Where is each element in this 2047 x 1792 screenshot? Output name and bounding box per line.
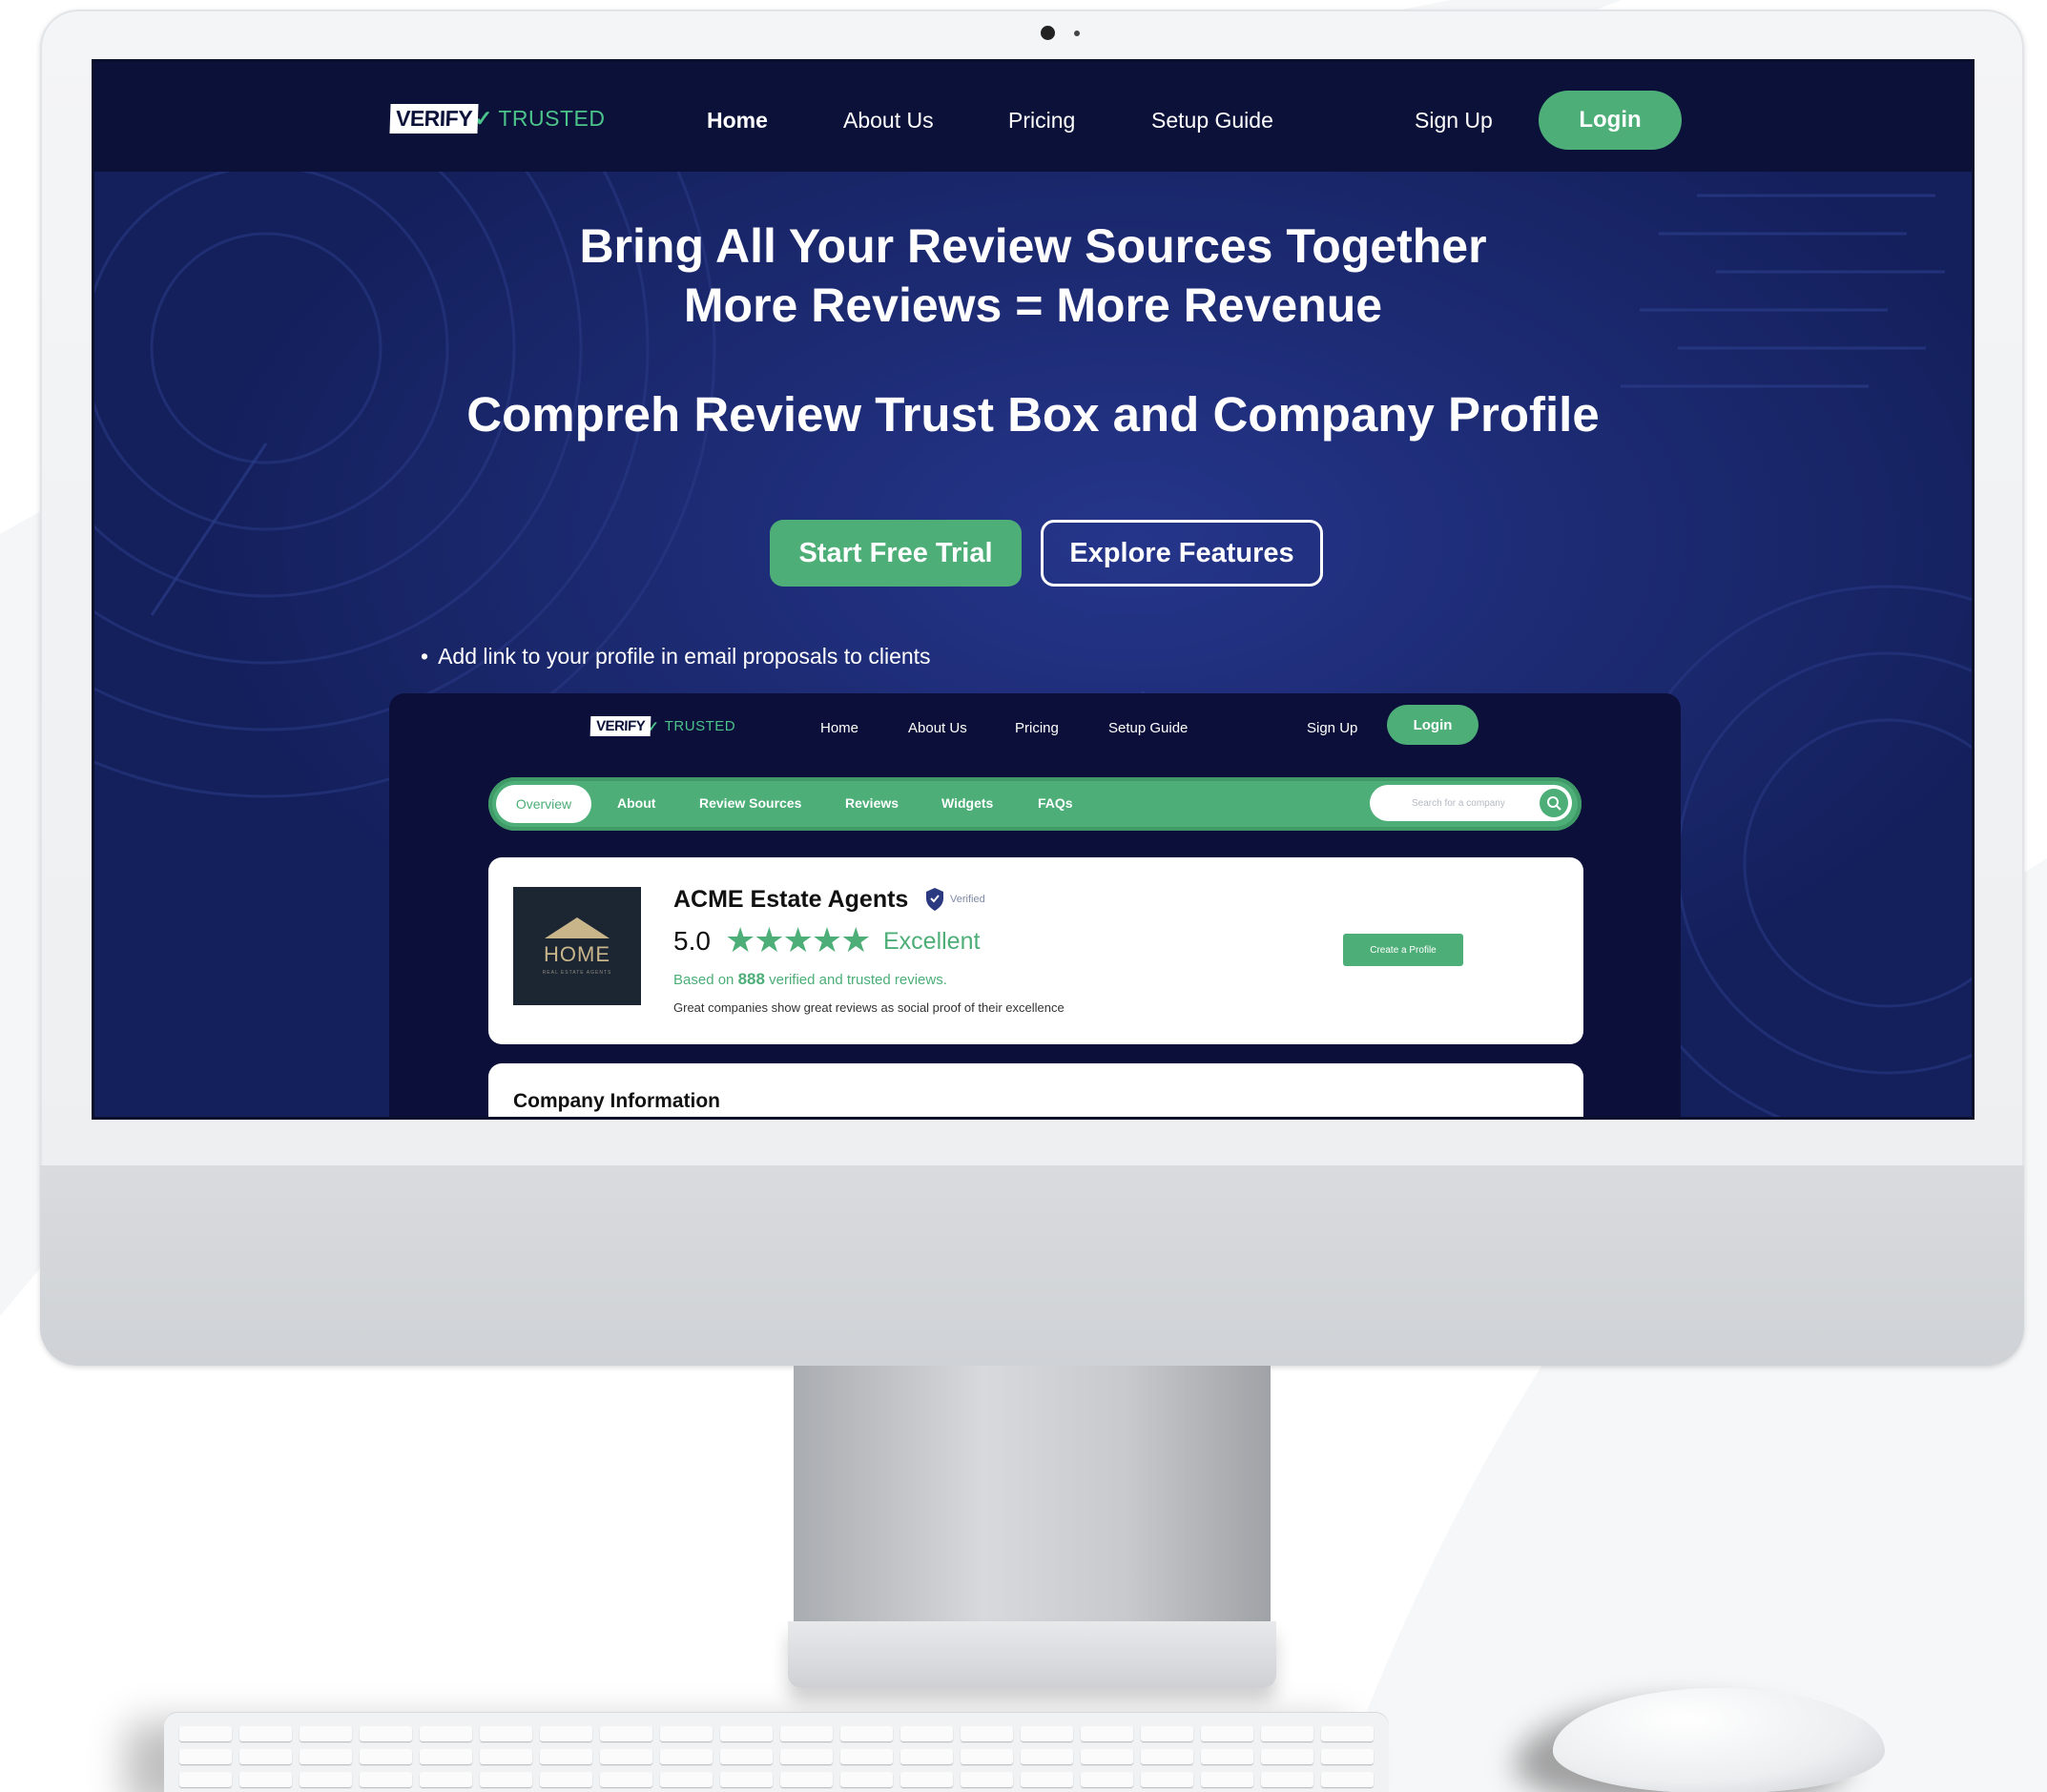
mini-logo-verify-text: VERIFY xyxy=(589,716,651,736)
mini-logo-trusted-text: TRUSTED xyxy=(664,718,736,734)
tab-reviews[interactable]: Reviews xyxy=(845,795,899,811)
mini-nav-pricing[interactable]: Pricing xyxy=(1015,720,1059,736)
verified-shield-icon xyxy=(926,888,943,911)
sensor-icon xyxy=(1074,31,1080,36)
monitor-chin xyxy=(40,1165,2024,1366)
login-button[interactable]: Login xyxy=(1539,91,1682,150)
profile-tabs: Overview About Review Sources Reviews Wi… xyxy=(488,777,1582,831)
company-information-title: Company Information xyxy=(513,1090,721,1112)
company-logo: HOME REAL ESTATE AGENTS xyxy=(513,887,641,1005)
mini-nav-home[interactable]: Home xyxy=(820,720,858,736)
keyboard xyxy=(164,1713,1389,1792)
mini-nav-about-us[interactable]: About Us xyxy=(908,720,967,736)
mouse xyxy=(1553,1688,1885,1792)
hero-title-line-1: Bring All Your Review Sources Together xyxy=(579,219,1487,273)
company-name: ACME Estate Agents xyxy=(673,886,909,913)
mini-nav-setup-guide[interactable]: Setup Guide xyxy=(1108,720,1188,736)
profile-preview-mockup: VERIFY ✓ TRUSTED Home About Us Pricing S… xyxy=(389,693,1681,1117)
site-logo[interactable]: VERIFY ✓ TRUSTED xyxy=(389,104,606,134)
company-information-card: Company Information xyxy=(488,1063,1583,1117)
hero-subtitle: Compreh Review Trust Box and Company Pro… xyxy=(466,387,1600,442)
logo-verify-text: VERIFY xyxy=(389,104,479,134)
profile-tagline: Great companies show great reviews as so… xyxy=(673,1000,1065,1015)
review-count-line: Based on 888 verified and trusted review… xyxy=(673,970,947,989)
screen: VERIFY ✓ TRUSTED Home About Us Pricing S… xyxy=(92,59,1975,1120)
company-logo-word: HOME xyxy=(544,941,610,966)
tab-widgets[interactable]: Widgets xyxy=(941,795,993,811)
search-icon[interactable] xyxy=(1540,789,1568,817)
review-count: 888 xyxy=(737,970,765,988)
based-on-suffix: verified and trusted reviews. xyxy=(769,972,947,988)
nav-pricing[interactable]: Pricing xyxy=(1008,108,1075,134)
company-logo-tagline: REAL ESTATE AGENTS xyxy=(542,969,612,976)
monitor-stand-base xyxy=(788,1621,1276,1688)
tab-about[interactable]: About xyxy=(617,795,655,811)
explore-features-button[interactable]: Explore Features xyxy=(1041,520,1323,587)
tab-faqs[interactable]: FAQs xyxy=(1038,795,1073,811)
top-nav: VERIFY ✓ TRUSTED Home About Us Pricing S… xyxy=(94,62,1972,172)
star-rating-icon: ★★★★★ xyxy=(725,920,871,959)
nav-about-us[interactable]: About Us xyxy=(843,108,934,134)
mini-nav-sign-up[interactable]: Sign Up xyxy=(1307,720,1357,736)
start-free-trial-button[interactable]: Start Free Trial xyxy=(770,520,1022,587)
rating-label: Excellent xyxy=(883,928,981,955)
tab-overview[interactable]: Overview xyxy=(496,785,591,823)
monitor-stand xyxy=(794,1366,1271,1623)
nav-sign-up[interactable]: Sign Up xyxy=(1415,108,1493,134)
hero-title-line-2: More Reviews = More Revenue xyxy=(683,278,1383,332)
nav-home[interactable]: Home xyxy=(707,108,768,134)
logo-trusted-text: TRUSTED xyxy=(498,106,606,131)
nav-setup-guide[interactable]: Setup Guide xyxy=(1151,108,1273,134)
mini-logo: VERIFY ✓ TRUSTED xyxy=(589,716,736,736)
create-profile-button[interactable]: Create a Profile xyxy=(1343,934,1463,966)
mini-login-button[interactable]: Login xyxy=(1387,705,1478,745)
based-on-prefix: Based on xyxy=(673,972,734,988)
feature-bullet: Add link to your profile in email propos… xyxy=(421,644,930,669)
verified-label: Verified xyxy=(950,894,985,905)
house-roof-icon xyxy=(545,917,610,938)
company-profile-card: HOME REAL ESTATE AGENTS ACME Estate Agen… xyxy=(488,857,1583,1044)
tab-review-sources[interactable]: Review Sources xyxy=(699,795,801,811)
rating-score: 5.0 xyxy=(673,926,711,956)
camera-icon xyxy=(1041,26,1055,40)
